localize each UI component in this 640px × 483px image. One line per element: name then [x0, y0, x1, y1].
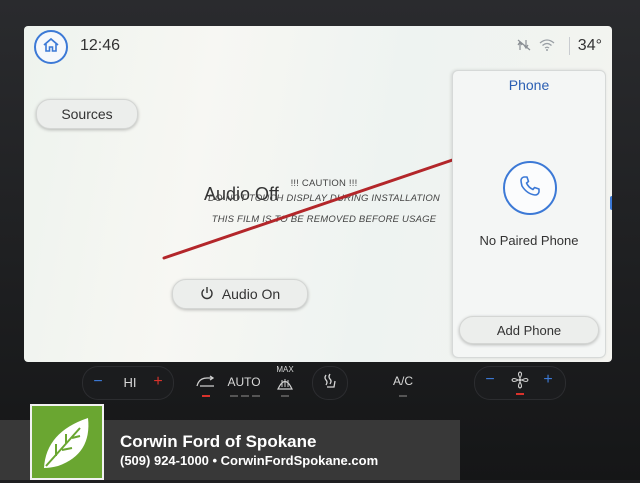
add-phone-button[interactable]: Add Phone	[459, 316, 599, 344]
auto-indicator	[230, 395, 238, 397]
audio-on-button[interactable]: Audio On	[172, 279, 308, 309]
touch-screen: 12:46 34° Sources Audio Off !!! CAUTION …	[24, 26, 612, 362]
home-button[interactable]	[34, 30, 68, 64]
no-signal-icon	[517, 39, 531, 54]
auto-indicator	[252, 395, 260, 397]
climate-settings-button[interactable]	[316, 370, 344, 394]
dealer-contact: (509) 924-1000 • CorwinFordSpokane.com	[120, 453, 379, 468]
ac-indicator	[399, 395, 407, 397]
phone-icon	[518, 174, 542, 203]
sources-button-label: Sources	[61, 106, 113, 122]
caution-line-3: THIS FILM IS TO BE REMOVED BEFORE USAGE	[211, 214, 437, 225]
sources-button[interactable]: Sources	[36, 99, 138, 129]
dealer-name: Corwin Ford of Spokane	[120, 432, 317, 451]
wifi-icon	[539, 38, 555, 54]
add-phone-label: Add Phone	[496, 322, 562, 338]
blower-increase-button[interactable]: +	[540, 370, 556, 390]
max-defrost-indicator	[281, 395, 289, 397]
defrost-icon	[277, 379, 293, 390]
caution-line-2: DO NOT TOUCH DISPLAY DURING INSTALLATION	[208, 193, 440, 204]
status-bar: 12:46 34°	[24, 26, 612, 70]
fan-decrease-button[interactable]: −	[90, 372, 106, 392]
audio-on-label: Audio On	[221, 286, 281, 302]
blower-decrease-button[interactable]: −	[482, 370, 498, 390]
home-icon	[42, 36, 60, 59]
status-icons: 34°	[517, 37, 602, 55]
leaf-icon	[44, 418, 89, 468]
seat-heat-icon	[324, 373, 336, 388]
scroll-indicator[interactable]	[610, 196, 612, 210]
fan-mode-label: HI	[123, 374, 137, 390]
phone-button[interactable]	[503, 161, 557, 215]
max-defrost-button[interactable]	[272, 374, 298, 392]
phone-panel-title[interactable]: Phone	[453, 77, 605, 93]
recirculation-icon	[196, 375, 215, 387]
recirculation-indicator	[202, 395, 210, 397]
fan-increase-button[interactable]: +	[150, 372, 166, 392]
auto-button[interactable]: AUTO	[226, 374, 262, 390]
protective-film-notice: !!! CAUTION !!! DO NOT TOUCH DISPLAY DUR…	[194, 178, 454, 232]
caution-heading: !!! CAUTION !!!	[290, 178, 358, 189]
recirculation-button[interactable]	[194, 372, 218, 392]
blower-indicator	[516, 393, 524, 395]
phone-panel: Phone No Paired Phone Add Phone	[452, 70, 606, 358]
ac-button[interactable]: A/C	[388, 373, 418, 389]
auto-indicator	[241, 395, 249, 397]
fan-icon	[508, 370, 532, 390]
phone-status: No Paired Phone	[479, 233, 579, 248]
outside-temperature: 34°	[568, 37, 602, 55]
climate-controls: − HI + AUTO MAX A/C − +	[80, 364, 580, 406]
max-defrost-label: MAX	[276, 364, 294, 374]
dealer-logo	[30, 404, 104, 480]
power-icon	[200, 286, 214, 303]
clock: 12:46	[80, 37, 121, 54]
